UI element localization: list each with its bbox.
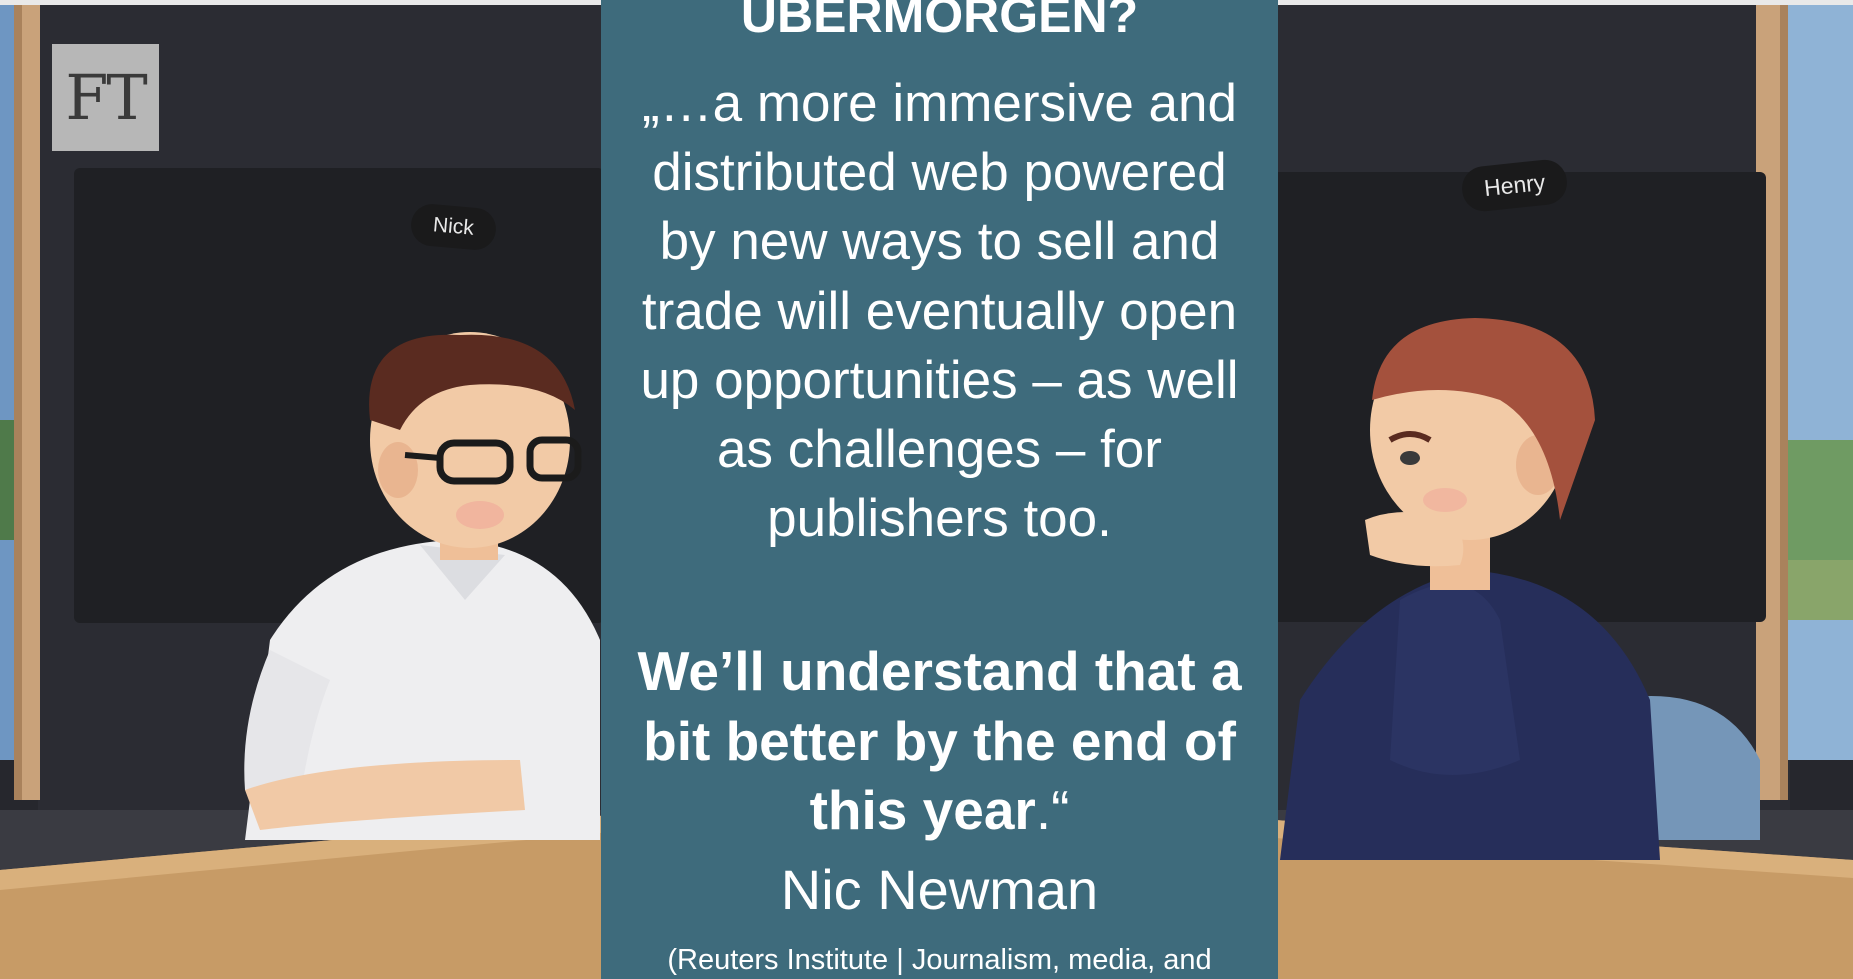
video-frame: FT Nick Henry UBERMORGEN? „…a more immer… (0, 0, 1853, 979)
quote-emphasis: We’ll understand that a bit better by th… (621, 637, 1258, 846)
ft-logo-text: FT (65, 60, 147, 134)
quote-emphasis-text: We’ll understand that a bit better by th… (637, 640, 1242, 841)
quote-body: „…a more immersive and distributed web p… (640, 74, 1239, 549)
quote-closing-mark: .“ (1035, 779, 1070, 841)
quote-author: Nic Newman (780, 858, 1099, 921)
quote-source: (Reuters Institute | Journalism, media, … (667, 944, 1212, 976)
participant-name-tag: Nick (409, 202, 498, 252)
ft-logo: FT (52, 44, 159, 151)
quote-heading: UBERMORGEN? (740, 0, 1139, 43)
quote-panel: UBERMORGEN? „…a more immersive and distr… (601, 0, 1278, 979)
